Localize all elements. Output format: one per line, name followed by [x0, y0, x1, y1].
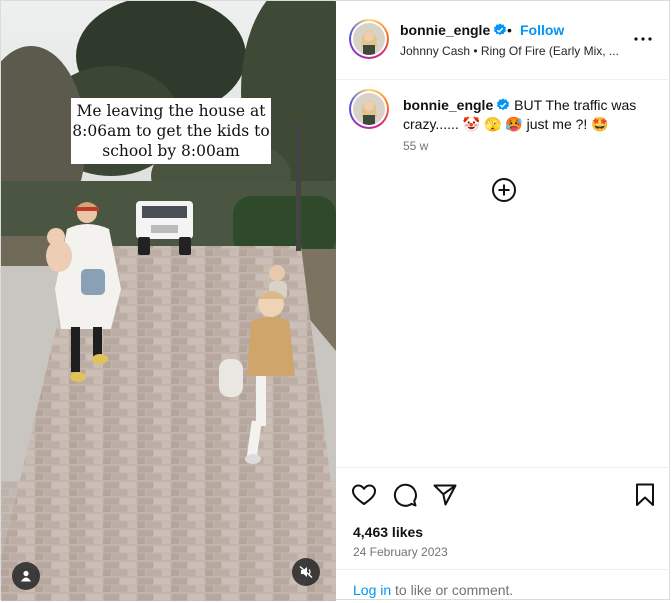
header-separator: •: [507, 22, 512, 38]
overlay-line-3: school by 8:00am: [102, 142, 240, 160]
overlay-line-1: Me leaving the house at: [76, 102, 266, 120]
tagged-users-button[interactable]: [12, 562, 40, 590]
bookmark-icon[interactable]: [632, 482, 658, 508]
verified-badge-icon: [494, 23, 507, 36]
post-actions-section: 4,463 likes 24 February 2023 Log in to l…: [337, 467, 670, 602]
overlay-line-2: 8:06am to get the kids to: [72, 122, 270, 140]
caption-age: 55 w: [403, 139, 429, 153]
avatar-image: [353, 93, 385, 125]
comment-icon[interactable]: [392, 482, 418, 508]
caption-author-avatar[interactable]: [349, 89, 389, 129]
login-prompt: Log in to like or comment.: [353, 582, 513, 598]
post-details-panel: bonnie_engle • Follow Johnny Cash • Ring…: [337, 1, 670, 601]
likes-count[interactable]: 4,463 likes: [353, 524, 423, 540]
caption-username[interactable]: bonnie_engle: [403, 97, 493, 113]
caption-section: bonnie_engle BUT The traffic was crazy..…: [337, 79, 670, 467]
avatar-image: [353, 23, 385, 55]
verified-badge-icon: [497, 98, 510, 111]
post-media-video[interactable]: Me leaving the house at 8:06am to get th…: [1, 1, 336, 601]
video-text-overlay: Me leaving the house at 8:06am to get th…: [71, 98, 271, 164]
post-header: bonnie_engle • Follow Johnny Cash • Ring…: [337, 1, 670, 80]
post-date[interactable]: 24 February 2023: [353, 545, 448, 559]
post-card: Me leaving the house at 8:06am to get th…: [0, 0, 670, 601]
author-username: bonnie_engle: [400, 22, 491, 38]
login-prompt-text: to like or comment.: [391, 582, 514, 598]
muted-audio-icon: [299, 565, 313, 579]
more-options-icon[interactable]: [633, 29, 653, 49]
follow-button[interactable]: Follow: [520, 22, 564, 38]
login-prompt-bar: Log in to like or comment.: [337, 569, 670, 603]
post-caption: bonnie_engle BUT The traffic was crazy..…: [403, 96, 643, 134]
audio-attribution-link[interactable]: Johnny Cash • Ring Of Fire (Early Mix, .…: [400, 44, 619, 58]
author-username-link[interactable]: bonnie_engle: [400, 22, 507, 38]
share-icon[interactable]: [432, 482, 458, 508]
heart-icon[interactable]: [351, 482, 377, 508]
user-tag-icon: [21, 570, 31, 582]
author-avatar[interactable]: [349, 19, 389, 59]
video-frame: [1, 1, 336, 601]
add-comment-icon[interactable]: [491, 177, 517, 203]
login-link[interactable]: Log in: [353, 582, 391, 598]
toggle-audio-button[interactable]: [292, 558, 320, 586]
